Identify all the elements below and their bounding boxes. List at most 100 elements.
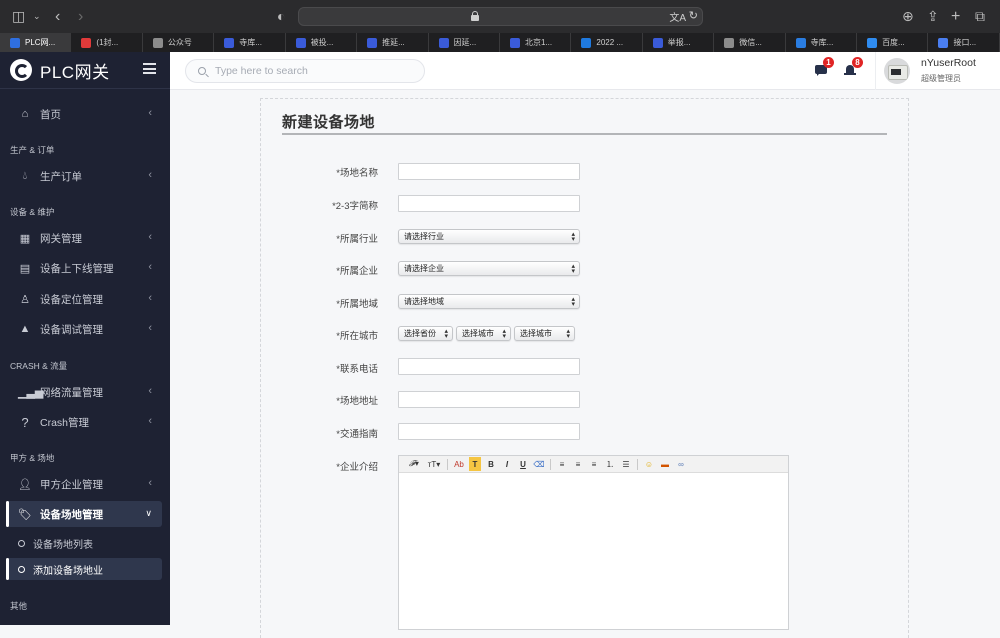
sidebar-item-label: 甲方企业管理 (40, 478, 103, 491)
sidebar-subitem-label: 设备场地列表 (33, 539, 93, 551)
browser-tab[interactable]: 微信... (714, 33, 786, 52)
short-name-label: *2-3字简称 (332, 201, 378, 212)
browser-tab-label: 举报... (667, 38, 691, 47)
privacy-shield-icon[interactable]: ◐ (277, 0, 285, 33)
traffic-guide-input[interactable] (398, 423, 580, 440)
sidebar-item-label: 网络流量管理 (40, 386, 103, 399)
forward-icon[interactable]: › (78, 0, 83, 33)
insert-image-icon[interactable]: ▬ (657, 457, 673, 471)
section-title: 甲方 & 场地 (10, 453, 55, 463)
address-bar[interactable]: 文A ↻ (298, 7, 703, 26)
insert-link-icon[interactable]: ∞ (673, 457, 689, 471)
emoji-icon[interactable]: ☺ (641, 457, 657, 471)
address-input[interactable] (398, 391, 580, 408)
menu-toggle-icon[interactable] (143, 63, 156, 74)
chevron-left-icon: ‹ (148, 385, 152, 397)
browser-tab[interactable]: 寺库... (214, 33, 286, 52)
highlight-button[interactable]: T (469, 457, 481, 471)
browser-tab-label: 微信... (739, 38, 762, 47)
bold-button[interactable]: B (483, 457, 499, 471)
favicon-icon (224, 37, 235, 48)
sidebar-item-device-debug[interactable]: ▲ 设备调试管理 ‹ (6, 316, 162, 342)
search-box[interactable] (185, 59, 425, 83)
align-right-icon[interactable]: ≡ (586, 457, 602, 471)
sidebar-item-label: 网关管理 (40, 232, 82, 245)
translate-icon[interactable]: 文A (669, 9, 686, 24)
site-name-label: *场地名称 (336, 168, 378, 179)
sidebar-item-device-site[interactable]: 🏷︎ 设备场地管理 ∨ (6, 501, 162, 527)
reload-icon[interactable]: ↻ (689, 9, 698, 22)
city-selected: 选择城市 (462, 329, 494, 338)
favicon-icon (938, 37, 949, 48)
search-input[interactable] (215, 65, 405, 77)
sidebar-item-home[interactable]: ⌂ 首页 ‹ (6, 101, 162, 127)
sidebar-item-network-traffic[interactable]: ▁▃▅ 网络流量管理 ‹ (6, 379, 162, 405)
browser-tab[interactable]: 举报... (643, 33, 715, 52)
traffic-label: *交通指南 (336, 429, 378, 440)
region-select[interactable]: 请选择地域 ▴ ▾ (398, 294, 580, 309)
sidebar-toggle-icon[interactable]: ◫ (12, 0, 25, 33)
user-role: 超级管理员 (921, 74, 961, 83)
browser-tab[interactable]: 被投... (286, 33, 358, 52)
sidebar-subitem-site-list[interactable]: 设备场地列表 (6, 532, 162, 554)
browser-tab[interactable]: 接口... (928, 33, 1000, 52)
editor-content[interactable] (399, 473, 788, 630)
industry-select[interactable]: 请选择行业 ▴ ▾ (398, 229, 580, 244)
sidebar-item-label: 设备调试管理 (40, 323, 103, 336)
question-icon: ? (21, 414, 29, 430)
browser-tab[interactable]: 推延... (357, 33, 429, 52)
chevron-left-icon: ‹ (148, 261, 152, 273)
new-tab-icon[interactable]: + (951, 0, 960, 33)
unordered-list-icon[interactable]: ☰ (618, 457, 634, 471)
italic-button[interactable]: I (499, 457, 515, 471)
sidebar-item-production-orders[interactable]: 💧︎ 生产订单 ‹ (6, 163, 162, 189)
sidebar-item-crash[interactable]: ? Crash管理 ‹ (6, 409, 162, 435)
download-icon[interactable]: ⊕ (902, 0, 914, 33)
province-select[interactable]: 选择省份 ▴ ▾ (398, 326, 453, 341)
font-family-button[interactable]: 𝓕▾ (404, 457, 424, 471)
favicon-icon (438, 37, 449, 48)
tab-bar: PLC网... (1封... 公众号 寺库... 被投... 推延... 因延... 北京1.… (0, 33, 1000, 52)
align-center-icon[interactable]: ≡ (570, 457, 586, 471)
select-arrows-icon: ▴ ▾ (502, 328, 506, 340)
browser-tab[interactable]: 2022 ... (571, 33, 643, 52)
browser-tab[interactable]: 寺库... (786, 33, 858, 52)
align-left-icon[interactable]: ≡ (554, 457, 570, 471)
browser-tab-label: 接口... (953, 38, 977, 47)
tab-overview-icon[interactable]: ⧉ (975, 0, 985, 33)
messages-icon[interactable]: 1 (815, 57, 834, 76)
sidebar-item-gateway[interactable]: ▦ 网关管理 ‹ (6, 225, 162, 251)
back-icon[interactable]: ‹ (55, 0, 60, 33)
favicon-icon (509, 37, 520, 48)
user-menu[interactable]: nYuserRoot 超级管理员 (875, 52, 1000, 90)
font-size-button[interactable]: тT▾ (424, 457, 444, 471)
browser-tab[interactable]: 北京1... (500, 33, 572, 52)
browser-tab[interactable]: (1封... (71, 33, 143, 52)
short-name-input[interactable] (398, 195, 580, 212)
map-pin-user-icon: ♙ (20, 293, 30, 306)
phone-input[interactable] (398, 358, 580, 375)
ordered-list-icon[interactable]: ⒈ (602, 457, 618, 471)
share-icon[interactable]: ⇪ (927, 0, 939, 33)
toolbar-separator (637, 458, 638, 470)
chevron-down-icon[interactable]: ⌄ (33, 0, 41, 33)
sidebar-subitem-add-site[interactable]: 添加设备场地业 (6, 558, 162, 580)
browser-tab[interactable]: PLC网... (0, 33, 72, 52)
sidebar-item-device-online[interactable]: ▤ 设备上下线管理 ‹ (6, 255, 162, 281)
sidebar-item-client-company[interactable]: 👤︎ 甲方企业管理 ‹ (6, 471, 162, 497)
chevron-left-icon: ‹ (148, 292, 152, 304)
site-name-input[interactable] (398, 163, 580, 180)
eraser-button[interactable]: ⌫ (531, 457, 547, 471)
company-select[interactable]: 请选择企业 ▴ ▾ (398, 261, 580, 276)
chevron-left-icon: ‹ (148, 169, 152, 181)
sidebar-item-device-location[interactable]: ♙ 设备定位管理 ‹ (6, 286, 162, 312)
address-label: *场地地址 (336, 396, 378, 407)
browser-tab[interactable]: 公众号 (143, 33, 215, 52)
font-color-button[interactable]: Ab (451, 457, 467, 471)
notifications-bell-icon[interactable]: 8 (844, 57, 863, 76)
city-select[interactable]: 选择城市 ▴ ▾ (456, 326, 511, 341)
browser-tab[interactable]: 百度... (857, 33, 929, 52)
underline-button[interactable]: U (515, 457, 531, 471)
browser-tab[interactable]: 因延... (429, 33, 500, 52)
district-select[interactable]: 选择城市 ▴ ▾ (514, 326, 575, 341)
